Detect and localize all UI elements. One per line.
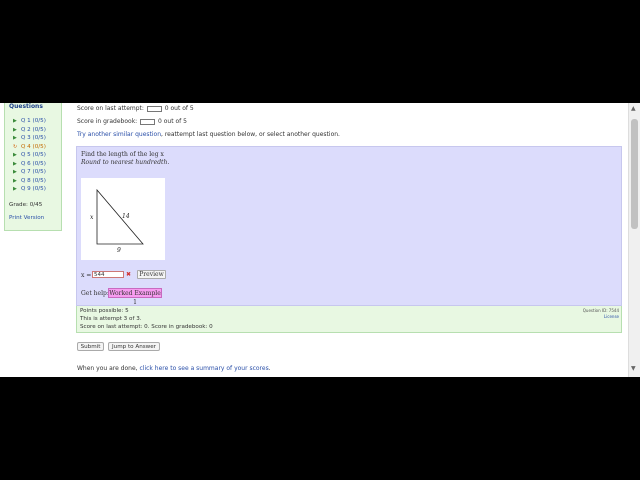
- score-last-attempt: Score on last attempt: 0 out of 5: [77, 105, 194, 112]
- sidebar-item-q2[interactable]: ▶ Q 2 (0/5): [13, 126, 46, 134]
- done-message: When you are done, click here to see a s…: [77, 365, 271, 372]
- sidebar-item-label: Q 3 (0/5): [21, 135, 46, 141]
- sidebar-item-label: Q 9 (0/5): [21, 186, 46, 192]
- sidebar-item-q1[interactable]: ▶ Q 1 (0/5): [13, 117, 46, 125]
- done-prefix: When you are done,: [77, 365, 138, 372]
- summary-link[interactable]: click here to see a summary of your scor…: [139, 365, 268, 372]
- sidebar-item-label: Q 1 (0/5): [21, 118, 46, 124]
- sidebar-item-q4[interactable]: ↻ Q 4 (0/5): [13, 143, 46, 151]
- triangle-figure: x 14 9: [81, 178, 165, 260]
- sidebar-item-label: Q 4 (0/5): [21, 143, 46, 150]
- sidebar-item-q3[interactable]: ▶ Q 3 (0/5): [13, 134, 46, 142]
- question-info-panel: Points possible: 5 This is attempt 3 of …: [76, 306, 622, 333]
- play-arrow-icon: ▶: [13, 135, 17, 141]
- label-base: 9: [117, 247, 121, 254]
- preview-button[interactable]: Preview: [137, 270, 166, 279]
- play-arrow-icon: ▶: [13, 177, 17, 184]
- incorrect-icon: ✖: [126, 271, 132, 278]
- browser-viewport: Questions ▶ Q 1 (0/5) ▶ Q 2 (0/5) ▶ Q 3 (0/…: [0, 103, 640, 377]
- points-possible: Points possible: 5: [80, 308, 129, 314]
- sidebar-item-q6[interactable]: ▶ Q 6 (0/5): [13, 160, 46, 168]
- play-arrow-icon: ▶: [13, 152, 17, 158]
- print-version-link[interactable]: Print Version: [9, 215, 44, 221]
- sidebar-item-q7[interactable]: ▶ Q 7 (0/5): [13, 168, 46, 176]
- play-arrow-icon: ▶: [13, 169, 17, 175]
- label-x: x: [90, 214, 94, 221]
- score-summary: Score on last attempt: 0. Score in grade…: [80, 324, 213, 330]
- play-arrow-icon: ▶: [13, 118, 17, 124]
- worked-example-button[interactable]: Worked Example 1: [108, 288, 162, 306]
- play-arrow-icon: ▶: [13, 126, 17, 133]
- question-panel: Find the length of the leg x Round to ne…: [76, 146, 622, 306]
- get-help-label: Get help:: [81, 290, 109, 297]
- score-last-attempt-label: Score on last attempt:: [77, 105, 144, 112]
- similar-question-line: Try another similar question, reattempt …: [77, 131, 340, 138]
- question-text: Find the length of the leg x: [81, 151, 164, 158]
- question-id: Question ID: 7544: [582, 308, 619, 313]
- similar-question-link[interactable]: Try another similar question: [77, 131, 161, 138]
- scroll-up-icon[interactable]: ▲: [631, 105, 636, 112]
- retry-icon: ↻: [13, 143, 18, 150]
- question-instruction: Round to nearest hundredth.: [81, 159, 170, 166]
- sidebar-item-label: Q 7 (0/5): [21, 169, 46, 175]
- play-arrow-icon: ▶: [13, 160, 17, 167]
- grade-total: Grade: 0/45: [9, 202, 43, 208]
- sidebar-title: Questions: [9, 103, 43, 110]
- sidebar-item-label: Q 5 (0/5): [21, 152, 46, 158]
- play-arrow-icon: ▶: [13, 186, 17, 192]
- sidebar-item-q5[interactable]: ▶ Q 5 (0/5): [13, 151, 46, 159]
- submit-button[interactable]: Submit: [77, 342, 104, 351]
- answer-label: x =: [81, 272, 92, 279]
- question-sidebar: Questions ▶ Q 1 (0/5) ▶ Q 2 (0/5) ▶ Q 3 (0/…: [4, 103, 62, 231]
- scrollbar-thumb[interactable]: [631, 119, 638, 229]
- score-gradebook-label: Score in gradebook:: [77, 118, 138, 125]
- right-triangle-diagram: x 14 9: [90, 188, 144, 254]
- scroll-down-icon[interactable]: ▼: [631, 365, 636, 372]
- sidebar-item-label: Q 8 (0/5): [21, 177, 46, 184]
- sidebar-item-label: Q 6 (0/5): [21, 160, 46, 167]
- sidebar-item-q8[interactable]: ▶ Q 8 (0/5): [13, 177, 46, 185]
- attempt-count: This is attempt 3 of 3.: [80, 316, 142, 322]
- jump-to-answer-button[interactable]: Jump to Answer: [108, 342, 160, 351]
- sidebar-item-q9[interactable]: ▶ Q 9 (0/5): [13, 185, 46, 193]
- sidebar-item-label: Q 2 (0/5): [21, 126, 46, 133]
- done-suffix: .: [268, 365, 271, 372]
- score-gradebook-value: 0 out of 5: [158, 118, 187, 125]
- license-link[interactable]: License: [604, 314, 619, 319]
- score-box: [140, 118, 156, 125]
- score-gradebook: Score in gradebook: 0 out of 5: [77, 118, 187, 125]
- vertical-scrollbar[interactable]: ▲ ▼: [628, 103, 640, 377]
- answer-input[interactable]: 544: [92, 271, 124, 278]
- label-hypotenuse: 14: [122, 213, 130, 220]
- similar-question-rest: , reattempt last question below, or sele…: [161, 131, 340, 138]
- triangle-shape: [96, 188, 144, 245]
- score-box: [146, 105, 162, 112]
- score-last-attempt-value: 0 out of 5: [164, 105, 194, 112]
